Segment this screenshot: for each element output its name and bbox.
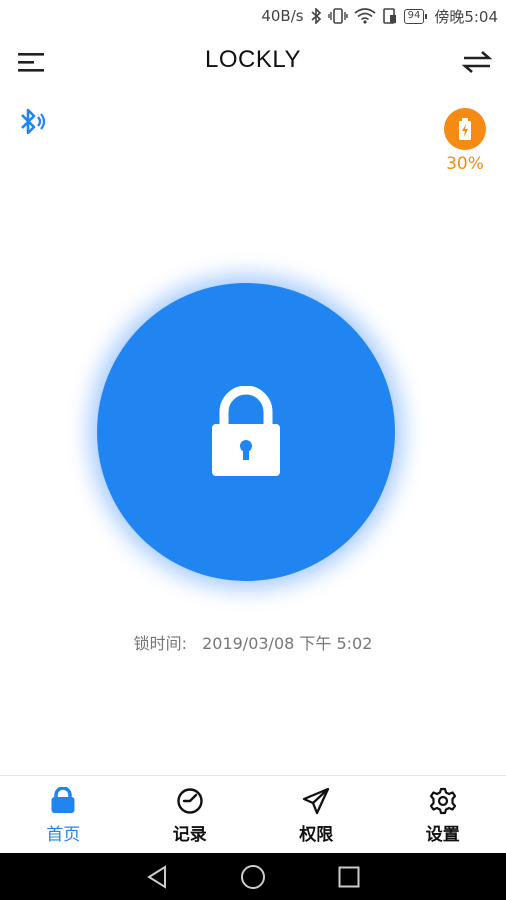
padlock-icon xyxy=(212,386,280,476)
nav-item-settings[interactable]: 设置 xyxy=(380,776,506,853)
wifi-icon xyxy=(354,8,376,24)
nav-label-home: 首页 xyxy=(46,825,81,845)
nav-item-records[interactable]: 记录 xyxy=(127,776,254,853)
lock-time-label: 锁时间: xyxy=(133,634,187,653)
clock-icon xyxy=(175,786,205,816)
nav-label-records: 记录 xyxy=(172,825,207,845)
battery-charge-icon xyxy=(459,118,471,140)
vibrate-icon xyxy=(327,8,348,24)
app-title: LOCKLY xyxy=(205,46,301,73)
nav-item-permissions[interactable]: 权限 xyxy=(253,776,380,853)
sim-icon xyxy=(382,8,398,24)
bluetooth-icon xyxy=(21,108,46,135)
bottom-navigation: 首页 记录 权限 设置 xyxy=(0,775,506,853)
back-triangle-icon xyxy=(147,864,166,889)
home-circle-icon xyxy=(241,864,265,889)
device-battery-percent: 30% xyxy=(446,154,484,174)
lock-toggle-button[interactable] xyxy=(97,283,395,581)
app-header: LOCKLY xyxy=(0,40,506,84)
network-speed: 40B/s xyxy=(261,7,304,25)
bluetooth-status-icon xyxy=(310,8,322,24)
system-navigation-bar xyxy=(0,853,506,900)
lock-time-value: 2019/03/08 下午 5:02 xyxy=(202,634,373,653)
paper-plane-icon xyxy=(301,786,331,816)
system-home-button[interactable] xyxy=(240,864,266,890)
system-recents-button[interactable] xyxy=(336,864,362,890)
lock-time-row: 锁时间: 2019/03/08 下午 5:02 xyxy=(0,630,506,654)
status-bar: 40B/s 94 傍晚5:04 xyxy=(0,0,506,32)
phone-battery-level: 94 xyxy=(407,10,421,21)
switch-device-button[interactable] xyxy=(461,48,493,76)
recents-square-icon xyxy=(338,866,360,887)
nav-item-home[interactable]: 首页 xyxy=(0,776,127,853)
gear-icon xyxy=(428,786,458,816)
home-icon xyxy=(48,786,78,816)
bluetooth-connection-button[interactable] xyxy=(18,106,48,138)
system-back-button[interactable] xyxy=(144,864,170,890)
swap-arrows-icon xyxy=(461,51,493,73)
device-battery-badge xyxy=(444,108,486,150)
nav-label-settings: 设置 xyxy=(425,825,460,845)
phone-battery-icon: 94 xyxy=(403,8,428,24)
status-time: 傍晚5:04 xyxy=(434,7,498,26)
nav-label-permissions: 权限 xyxy=(299,825,334,845)
